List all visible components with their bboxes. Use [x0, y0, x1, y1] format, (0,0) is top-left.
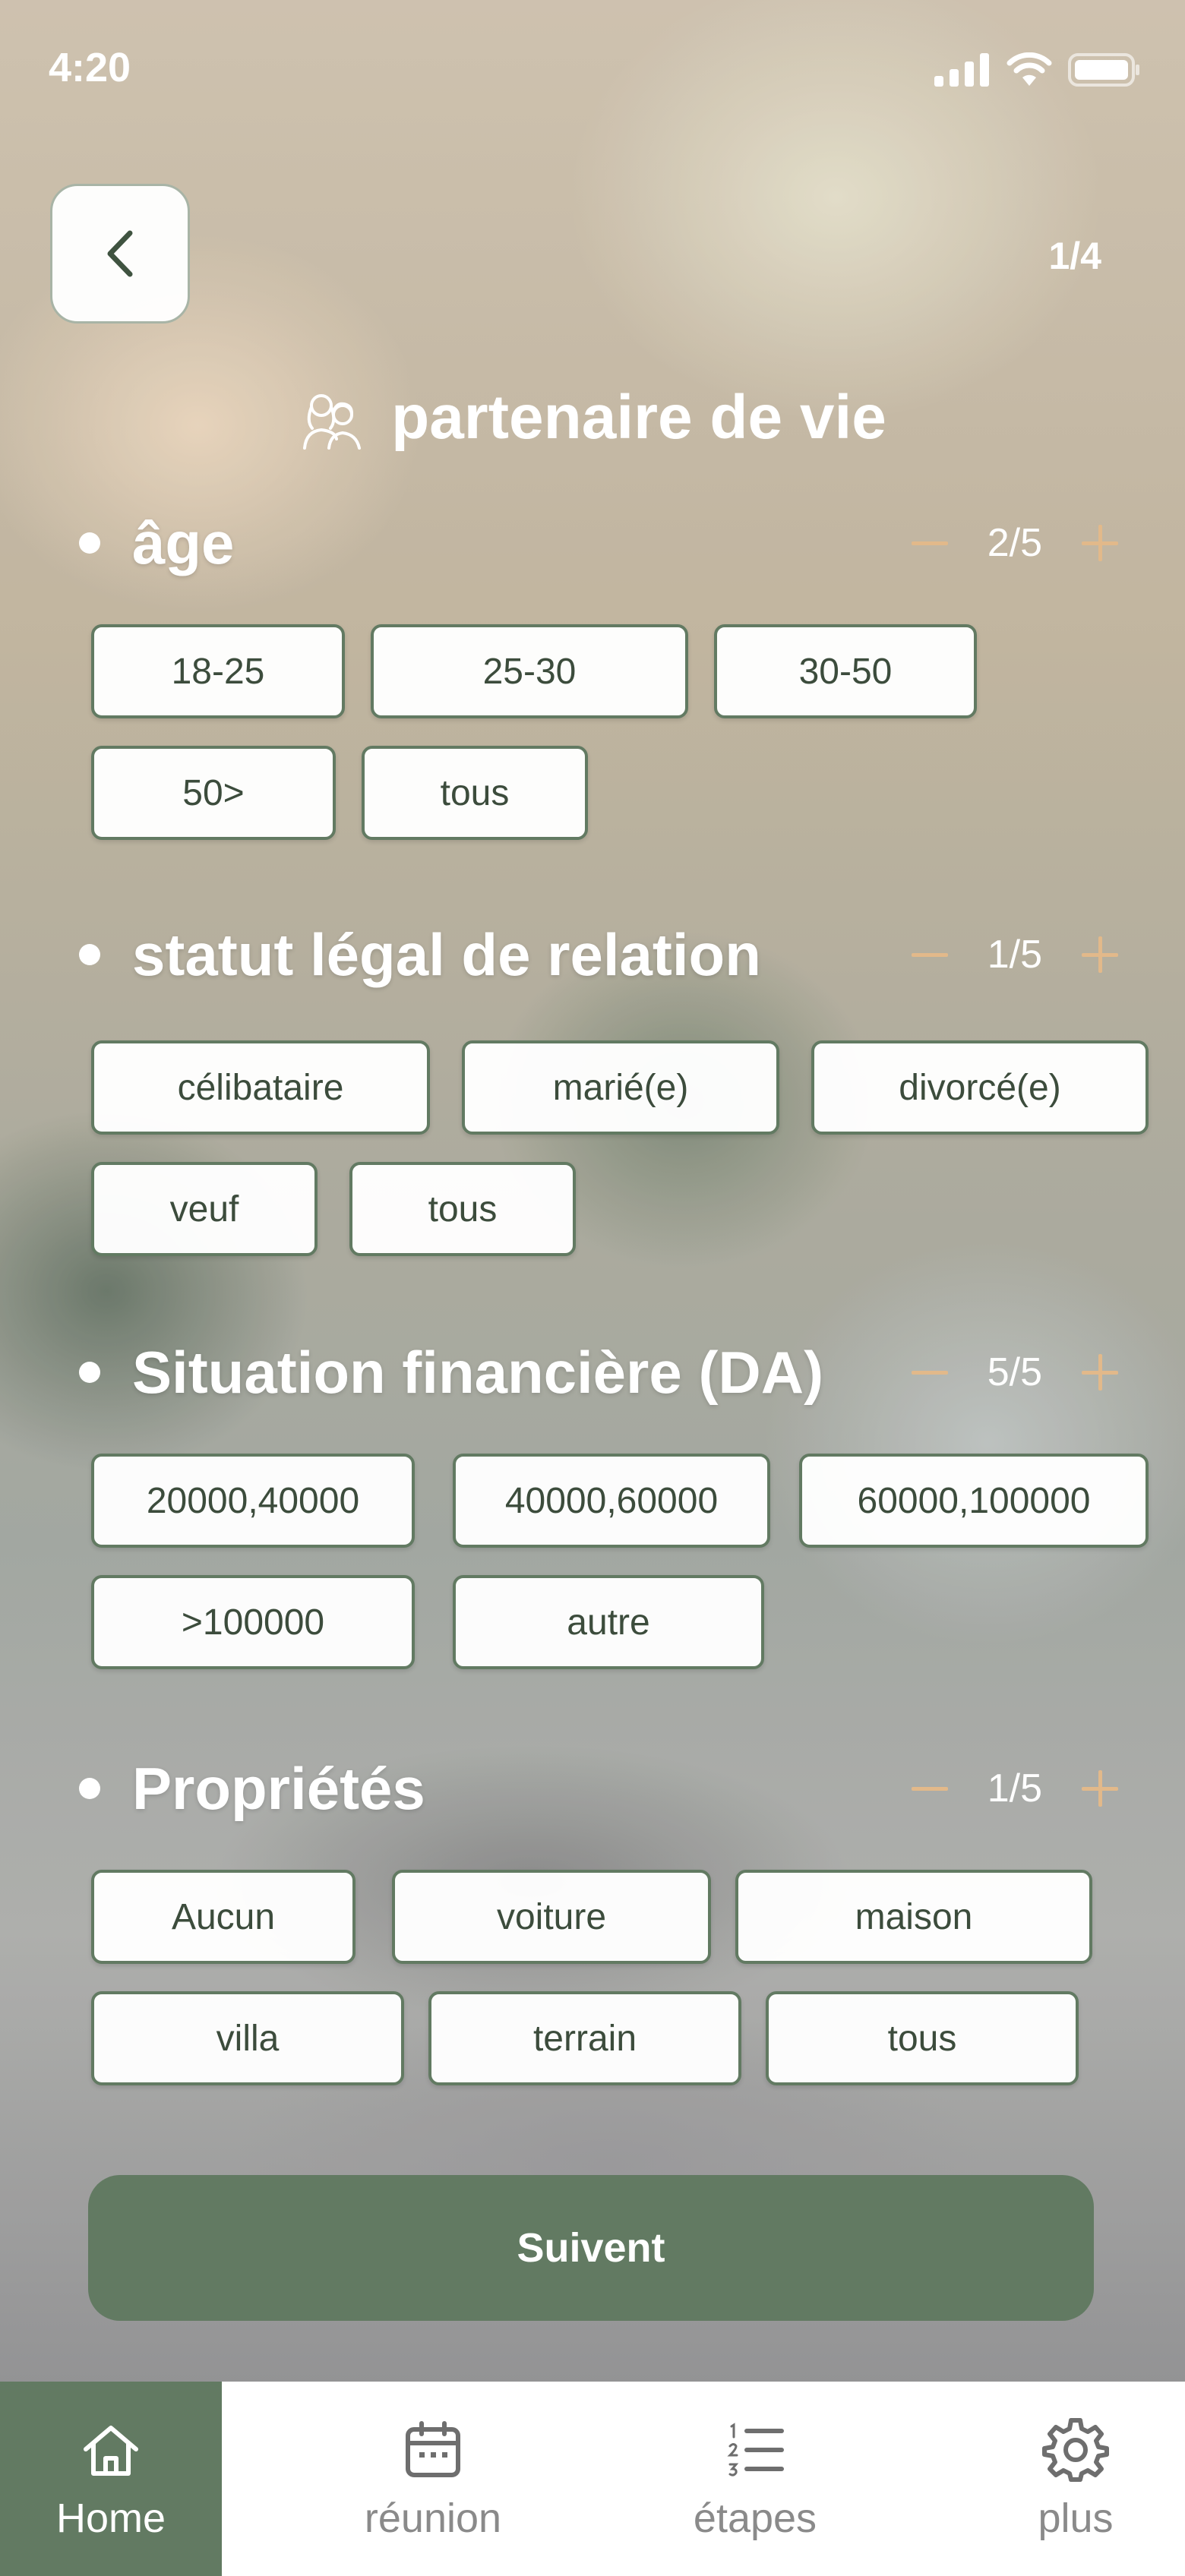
decrement-button[interactable] — [907, 1350, 953, 1395]
section-legal-status-header: statut légal de relation — [79, 913, 761, 996]
option-chip[interactable]: veuf — [91, 1162, 318, 1256]
increment-button[interactable] — [1077, 932, 1123, 977]
step-indicator: 1/4 — [1048, 235, 1101, 277]
option-chip[interactable]: tous — [362, 746, 588, 840]
legal-status-stepper: 1/5 — [907, 913, 1123, 996]
page-title-row: partenaire de vie — [0, 380, 1185, 456]
financial-stepper: 5/5 — [907, 1331, 1123, 1414]
back-button[interactable] — [50, 184, 190, 324]
decrement-button[interactable] — [907, 1766, 953, 1811]
option-chip[interactable]: célibataire — [91, 1040, 430, 1135]
nav-item-home[interactable]: Home — [0, 2382, 222, 2576]
nav-label: plus — [1038, 2496, 1114, 2541]
increment-button[interactable] — [1077, 1350, 1123, 1395]
nav-item-etapes[interactable]: étapes — [679, 2382, 831, 2576]
section-title: Situation financière (DA) — [132, 1338, 824, 1406]
bottom-nav: Home réunion étapes plus — [0, 2382, 1185, 2576]
option-chip[interactable]: 25-30 — [371, 624, 688, 718]
bullet-icon — [79, 532, 100, 554]
battery-icon — [1068, 53, 1139, 87]
properties-stepper: 1/5 — [907, 1747, 1123, 1830]
gear-icon — [1042, 2418, 1109, 2482]
stepper-value: 2/5 — [987, 521, 1042, 565]
option-chip[interactable]: tous — [349, 1162, 576, 1256]
bullet-icon — [79, 1778, 100, 1799]
increment-button[interactable] — [1077, 1766, 1123, 1811]
numbered-list-icon — [727, 2423, 784, 2477]
option-chip[interactable]: autre — [453, 1575, 764, 1669]
increment-button[interactable] — [1077, 520, 1123, 566]
section-title: Propriétés — [132, 1754, 425, 1822]
bullet-icon — [79, 944, 100, 965]
next-button[interactable]: Suivent — [88, 2175, 1094, 2321]
bullet-icon — [79, 1362, 100, 1383]
age-stepper: 2/5 — [907, 501, 1123, 585]
page-title: partenaire de vie — [391, 383, 886, 452]
calendar-icon — [406, 2421, 460, 2477]
option-chip[interactable]: voiture — [392, 1870, 711, 1964]
option-chip[interactable]: tous — [766, 1991, 1079, 2085]
option-chip[interactable]: 50> — [91, 746, 336, 840]
option-chip[interactable]: 18-25 — [91, 624, 345, 718]
decrement-button[interactable] — [907, 520, 953, 566]
option-chip[interactable]: maison — [735, 1870, 1092, 1964]
nav-label: Home — [55, 2496, 166, 2541]
decrement-button[interactable] — [907, 932, 953, 977]
nav-item-plus[interactable]: plus — [1000, 2382, 1152, 2576]
option-chip[interactable]: 20000,40000 — [91, 1454, 415, 1548]
option-chip[interactable]: 60000,100000 — [799, 1454, 1149, 1548]
option-chip[interactable]: divorcé(e) — [811, 1040, 1149, 1135]
stepper-value: 1/5 — [987, 933, 1042, 977]
wifi-icon — [1006, 52, 1052, 86]
section-financial-header: Situation financière (DA) — [79, 1331, 823, 1414]
stepper-value: 1/5 — [987, 1766, 1042, 1810]
option-chip[interactable]: terrain — [428, 1991, 741, 2085]
option-chip[interactable]: Aucun — [91, 1870, 356, 1964]
couple-icon — [303, 394, 362, 450]
option-chip[interactable]: >100000 — [91, 1575, 415, 1669]
status-icons — [934, 50, 1141, 90]
signal-icon — [934, 53, 989, 87]
option-chip[interactable]: 40000,60000 — [453, 1454, 770, 1548]
section-title: statut légal de relation — [132, 920, 761, 988]
nav-item-reunion[interactable]: réunion — [357, 2382, 509, 2576]
option-chip[interactable]: 30-50 — [714, 624, 977, 718]
stepper-value: 5/5 — [987, 1350, 1042, 1394]
option-chip[interactable]: marié(e) — [462, 1040, 779, 1135]
section-age-header: âge — [79, 501, 234, 585]
nav-label: réunion — [364, 2496, 502, 2541]
section-title: âge — [132, 509, 235, 576]
section-properties-header: Propriétés — [79, 1747, 425, 1830]
option-chip[interactable]: villa — [91, 1991, 404, 2085]
home-icon — [84, 2426, 138, 2476]
chevron-left-icon — [107, 230, 133, 277]
nav-label: étapes — [693, 2496, 817, 2541]
status-time: 4:20 — [49, 45, 131, 90]
